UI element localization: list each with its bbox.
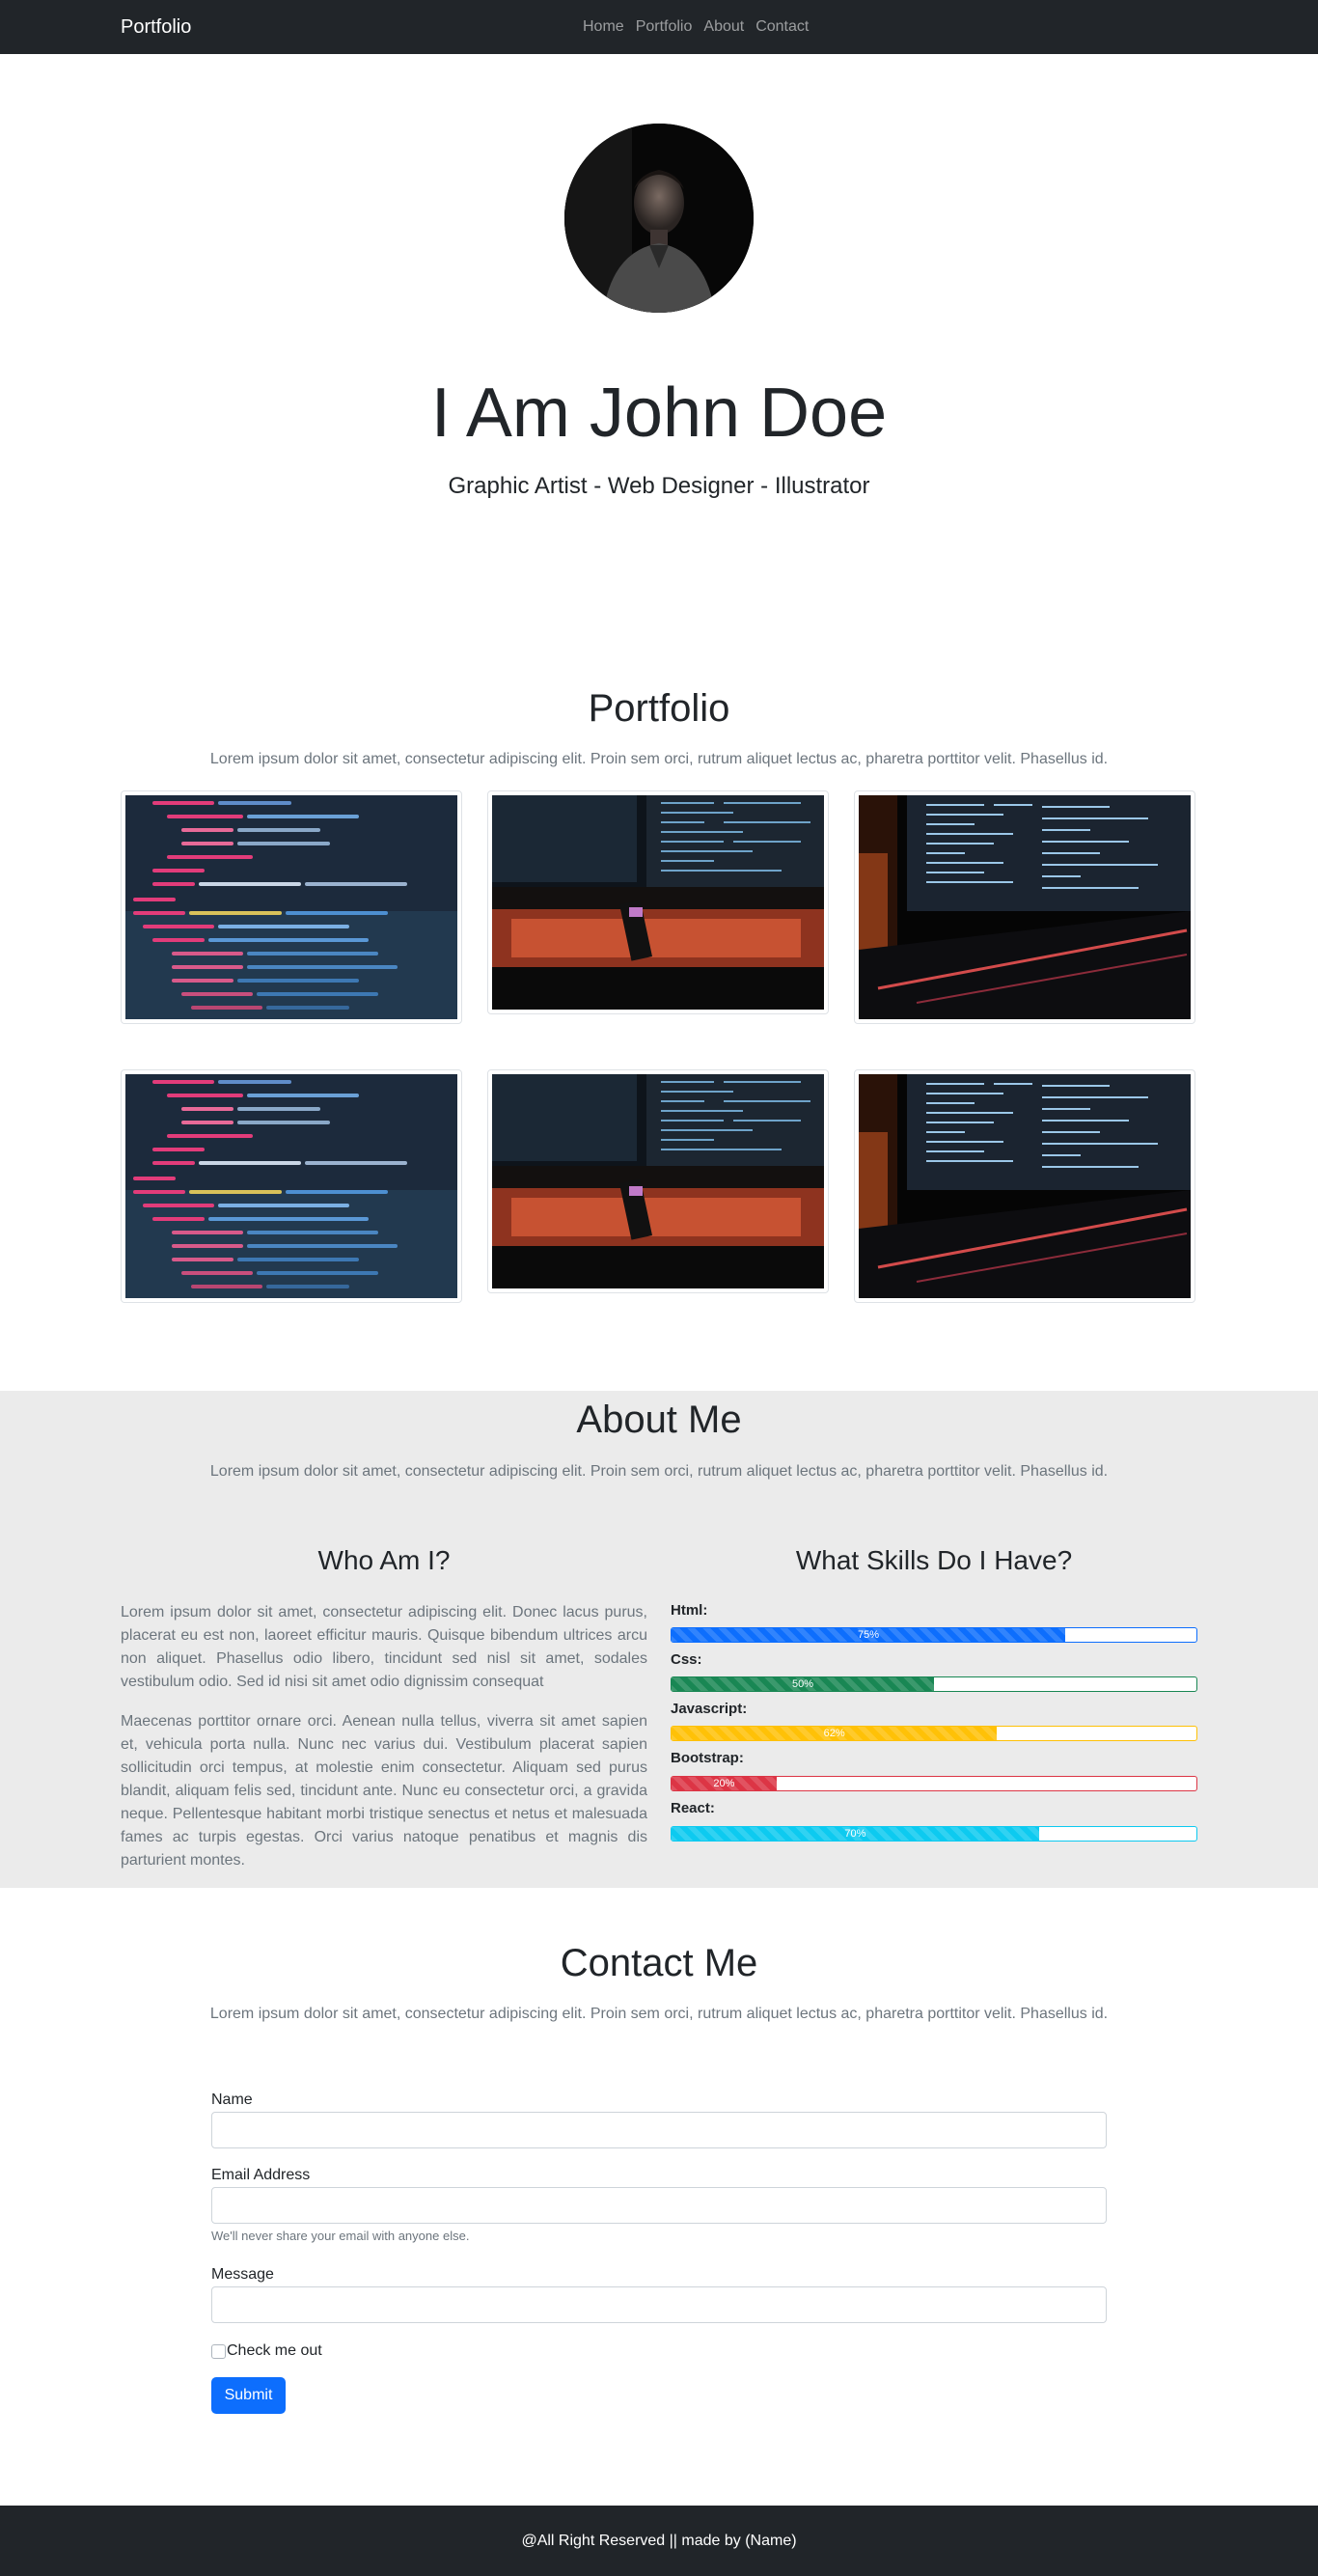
hero-section: I Am John Doe Graphic Artist - Web Desig…	[0, 54, 1318, 595]
footer-text: @All Right Reserved || made by (Name)	[521, 2532, 797, 2549]
portfolio-title: Portfolio	[588, 687, 730, 730]
skill-bar-html: 75%	[672, 1628, 1065, 1642]
nav-links: Home Portfolio About Contact	[583, 16, 814, 38]
about-paragraph-2: Maecenas porttitor ornare orci. Aenean n…	[121, 1713, 647, 1869]
footer: @All Right Reserved || made by (Name)	[0, 2506, 1318, 2576]
nav-link-home[interactable]: Home	[583, 16, 630, 38]
email-input[interactable]	[211, 2187, 1107, 2224]
message-label: Message	[211, 2266, 274, 2283]
message-input[interactable]	[211, 2286, 1107, 2323]
skill-progress-css: 50%	[671, 1676, 1197, 1692]
skill-bar-javascript: 62%	[672, 1727, 998, 1740]
skill-progress-bootstrap: 20%	[671, 1776, 1197, 1791]
nav-link-contact[interactable]: Contact	[750, 16, 814, 38]
about-lead: Lorem ipsum dolor sit amet, consectetur …	[209, 1463, 1109, 1480]
contact-title: Contact Me	[560, 1942, 758, 1984]
nav-link-portfolio[interactable]: Portfolio	[630, 16, 699, 38]
about-section: About Me Lorem ipsum dolor sit amet, con…	[0, 1391, 1318, 1888]
portfolio-image-code-1[interactable]	[121, 790, 462, 1024]
skill-label-bootstrap: Bootstrap:	[671, 1750, 744, 1766]
profile-avatar	[564, 124, 754, 313]
portfolio-image-keyboard-2[interactable]	[854, 1069, 1195, 1303]
portfolio-image-desk-2[interactable]	[487, 1069, 829, 1293]
check-me-out-checkbox[interactable]	[211, 2343, 226, 2359]
contact-lead: Lorem ipsum dolor sit amet, consectetur …	[209, 2006, 1109, 2022]
who-am-i-title: Who Am I?	[317, 1545, 451, 1575]
skill-label-javascript: Javascript:	[671, 1701, 748, 1717]
email-label: Email Address	[211, 2167, 311, 2183]
check-me-out-label: Check me out	[227, 2342, 322, 2359]
submit-button[interactable]: Submit	[211, 2377, 286, 2414]
name-label: Name	[211, 2091, 253, 2108]
check-me-out-row: Check me out	[211, 2342, 322, 2360]
portfolio-image-desk-1[interactable]	[487, 790, 829, 1014]
skill-label-react: React:	[671, 1800, 715, 1816]
skill-bar-css: 50%	[672, 1677, 934, 1691]
hero-subtitle: Graphic Artist - Web Designer - Illustra…	[448, 473, 870, 499]
skill-bar-react: 70%	[672, 1827, 1039, 1841]
portfolio-image-keyboard-1[interactable]	[854, 790, 1195, 1024]
portfolio-section: Portfolio Lorem ipsum dolor sit amet, co…	[0, 595, 1318, 1391]
about-title: About Me	[576, 1399, 742, 1441]
portfolio-lead: Lorem ipsum dolor sit amet, consectetur …	[209, 751, 1109, 767]
about-paragraph-1: Lorem ipsum dolor sit amet, consectetur …	[121, 1604, 647, 1690]
email-help-text: We'll never share your email with anyone…	[211, 2229, 470, 2243]
portfolio-image-code-2[interactable]	[121, 1069, 462, 1303]
name-input[interactable]	[211, 2112, 1107, 2148]
hero-title: I Am John Doe	[430, 374, 888, 452]
skill-progress-html: 75%	[671, 1627, 1197, 1643]
skill-progress-javascript: 62%	[671, 1726, 1197, 1741]
navbar-brand[interactable]: Portfolio	[121, 16, 191, 39]
skill-label-html: Html:	[671, 1602, 708, 1619]
contact-section: Contact Me Lorem ipsum dolor sit amet, c…	[0, 1888, 1318, 2506]
navbar: Portfolio Home Portfolio About Contact	[0, 0, 1318, 54]
skill-progress-react: 70%	[671, 1826, 1197, 1842]
nav-link-about[interactable]: About	[698, 16, 750, 38]
skills-title: What Skills Do I Have?	[795, 1545, 1073, 1575]
skill-bar-bootstrap: 20%	[672, 1777, 777, 1790]
skill-label-css: Css:	[671, 1651, 702, 1668]
